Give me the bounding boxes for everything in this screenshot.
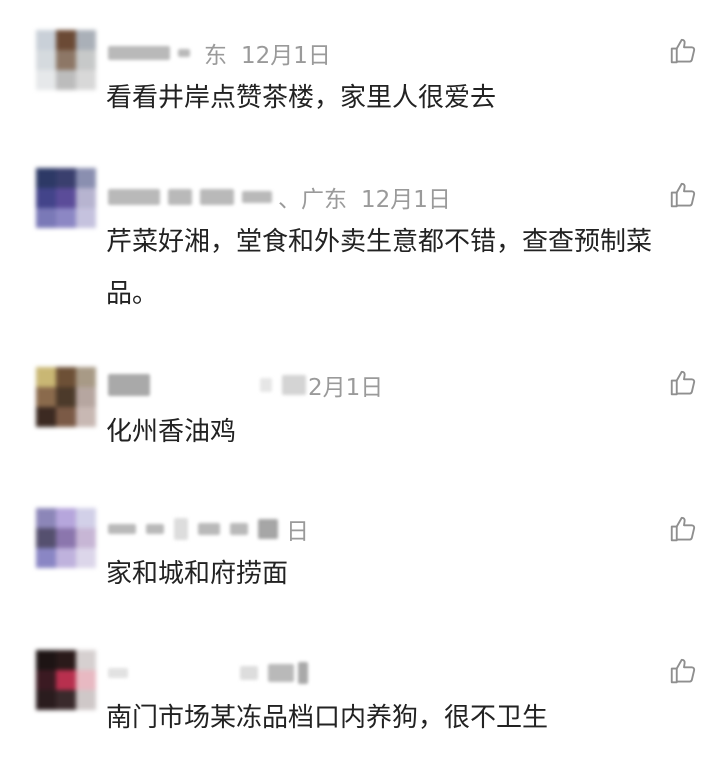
avatar-pixel: [36, 407, 56, 427]
avatar-pixel: [56, 548, 76, 568]
comment-date: 12月1日: [241, 43, 331, 69]
avatar-pixel: [36, 508, 56, 528]
comment-date: 12月1日: [361, 187, 451, 213]
avatar-pixel: [36, 387, 56, 407]
avatar-pixel: [36, 548, 56, 568]
avatar-pixel: [76, 650, 96, 670]
avatar-pixel: [56, 528, 76, 548]
avatar-pixel: [56, 188, 76, 208]
avatar-pixel: [56, 168, 76, 188]
avatar-pixel: [36, 528, 56, 548]
blurred-username-part: [146, 524, 164, 534]
avatar-pixel: [36, 367, 56, 387]
avatar-pixel: [76, 70, 96, 90]
avatar-pixel: [36, 168, 56, 188]
avatar[interactable]: [36, 650, 96, 710]
comment-meta: 2月1日: [108, 368, 383, 402]
blurred-username-part: [178, 49, 190, 57]
avatar-pixel: [76, 690, 96, 710]
blurred-username[interactable]: [108, 46, 170, 60]
avatar-pixel: [56, 387, 76, 407]
comment-meta: 、广东 12月1日: [108, 180, 451, 214]
avatar-pixel: [56, 30, 76, 50]
avatar-pixel: [56, 367, 76, 387]
blurred-username-part: [268, 664, 294, 682]
comment-date: 日: [286, 519, 309, 545]
avatar-pixel: [76, 407, 96, 427]
avatar[interactable]: [36, 30, 96, 90]
thumbs-up-icon[interactable]: [668, 514, 698, 544]
avatar-pixel: [36, 188, 56, 208]
blurred-username-part: [200, 189, 234, 205]
comment-text: 芹菜好湘，堂食和外卖生意都不错，查查预制菜品。: [106, 227, 653, 309]
avatar-pixel: [76, 528, 96, 548]
blurred-username-part: [258, 519, 278, 539]
avatar-pixel: [56, 407, 76, 427]
comment-meta: 日: [108, 512, 309, 546]
avatar-pixel: [56, 508, 76, 528]
avatar-pixel: [56, 50, 76, 70]
avatar[interactable]: [36, 168, 96, 228]
blurred-username-part: [260, 378, 272, 392]
avatar-pixel: [76, 50, 96, 70]
avatar-pixel: [76, 30, 96, 50]
blurred-username[interactable]: [108, 524, 136, 534]
avatar[interactable]: [36, 508, 96, 568]
avatar-pixel: [56, 690, 76, 710]
blurred-username-part: [240, 666, 258, 680]
thumbs-up-icon[interactable]: [668, 180, 698, 210]
blurred-username[interactable]: [108, 668, 128, 678]
comment-text: 看看井岸点赞茶楼，家里人很爱去: [106, 83, 497, 113]
avatar-pixel: [76, 670, 96, 690]
avatar-pixel: [76, 188, 96, 208]
avatar-pixel: [36, 70, 56, 90]
blurred-username-part: [168, 189, 192, 205]
comment-text: 南门市场某冻品档口内养狗，很不卫生: [106, 703, 549, 733]
avatar-pixel: [76, 548, 96, 568]
avatar-pixel: [36, 690, 56, 710]
avatar-pixel: [56, 70, 76, 90]
blurred-username-part: [298, 662, 308, 684]
thumbs-up-icon[interactable]: [668, 368, 698, 398]
avatar[interactable]: [36, 367, 96, 427]
avatar-pixel: [36, 670, 56, 690]
comment-meta: [108, 656, 308, 690]
comment-meta: 东 12月1日: [108, 36, 331, 70]
comment-text: 家和城和府捞面: [106, 559, 289, 589]
blurred-username[interactable]: [108, 189, 160, 205]
comment-text: 化州香油鸡: [106, 417, 237, 447]
comment-date: 2月1日: [308, 375, 384, 401]
avatar-pixel: [76, 168, 96, 188]
thumbs-up-icon[interactable]: [668, 36, 698, 66]
thumbs-up-icon[interactable]: [668, 656, 698, 686]
blurred-username[interactable]: [108, 374, 150, 396]
blurred-username-part: [230, 523, 248, 535]
avatar-pixel: [36, 650, 56, 670]
avatar-pixel: [36, 30, 56, 50]
avatar-pixel: [36, 50, 56, 70]
avatar-pixel: [56, 670, 76, 690]
avatar-pixel: [76, 387, 96, 407]
blurred-username-part: [198, 523, 220, 535]
avatar-pixel: [76, 367, 96, 387]
blurred-username-part: [174, 518, 188, 540]
avatar-pixel: [56, 208, 76, 228]
blurred-username-part: [242, 191, 272, 203]
blurred-username-part: [282, 375, 306, 395]
avatar-pixel: [76, 508, 96, 528]
comment-location: 东: [204, 43, 227, 69]
avatar-pixel: [56, 650, 76, 670]
comment-location: 、广东: [278, 187, 347, 213]
avatar-pixel: [76, 208, 96, 228]
avatar-pixel: [36, 208, 56, 228]
